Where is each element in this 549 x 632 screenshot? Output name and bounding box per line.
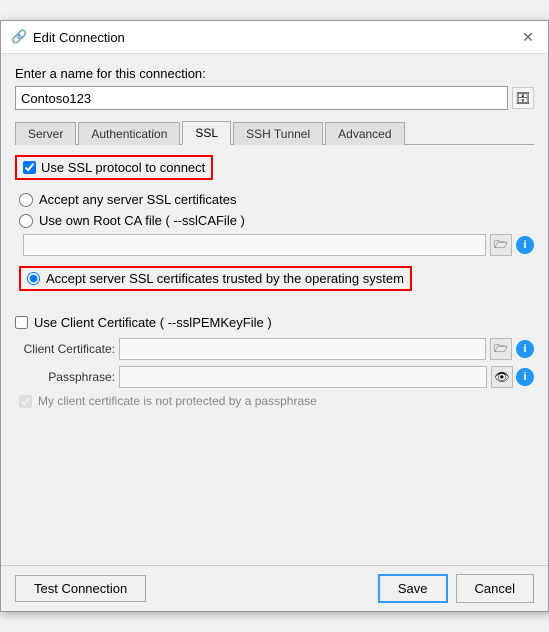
cert-field-label: Client Certificate:: [15, 342, 115, 356]
folder-icon-2: 🗁: [494, 340, 508, 359]
no-passphrase-checkbox[interactable]: [19, 395, 32, 408]
radio-any-cert[interactable]: [19, 193, 33, 207]
folder-icon: 🗁: [494, 236, 508, 255]
ca-file-input[interactable]: [23, 234, 486, 256]
db-icon: 🗄: [515, 91, 530, 105]
ssl-panel: Use SSL protocol to connect Accept any s…: [15, 155, 534, 535]
passphrase-field-row: Passphrase: 👁 i: [15, 366, 534, 388]
window-title: Edit Connection: [33, 30, 125, 45]
client-cert-section: Use Client Certificate ( --sslPEMKeyFile…: [15, 315, 534, 408]
radio-trusted-row: Accept server SSL certificates trusted b…: [19, 266, 412, 291]
tab-ssl[interactable]: SSL: [182, 121, 231, 145]
radio-own-ca-label: Use own Root CA file ( --sslCAFile ): [39, 213, 245, 228]
footer-right: Save Cancel: [378, 574, 534, 603]
connection-name-input[interactable]: [15, 86, 508, 110]
tab-advanced[interactable]: Advanced: [325, 122, 404, 145]
info-icon: i: [523, 239, 526, 251]
ca-file-browse-button[interactable]: 🗁: [490, 234, 512, 256]
use-ssl-label: Use SSL protocol to connect: [41, 160, 205, 175]
client-cert-label: Use Client Certificate ( --sslPEMKeyFile…: [34, 315, 272, 330]
connection-icon-button[interactable]: 🗄: [512, 87, 534, 109]
save-button[interactable]: Save: [378, 574, 448, 603]
passphrase-icons: 👁 i: [491, 366, 534, 388]
dialog-content: Enter a name for this connection: 🗄 Serv…: [1, 54, 548, 545]
info-icon-2: i: [523, 343, 526, 355]
eye-icon: 👁: [494, 370, 509, 384]
cancel-button[interactable]: Cancel: [456, 574, 534, 603]
radio-accept-trusted[interactable]: [27, 272, 40, 285]
client-cert-input[interactable]: [119, 338, 486, 360]
passphrase-show-button[interactable]: 👁: [491, 366, 513, 388]
connection-name-label: Enter a name for this connection:: [15, 66, 534, 81]
passphrase-input[interactable]: [119, 366, 487, 388]
radio-any-cert-row: Accept any server SSL certificates: [19, 192, 534, 207]
no-passphrase-label: My client certificate is not protected b…: [38, 394, 317, 408]
client-cert-checkbox-row: Use Client Certificate ( --sslPEMKeyFile…: [15, 315, 534, 330]
title-bar: 🔗 Edit Connection ✕: [1, 21, 548, 54]
no-passphrase-row: My client certificate is not protected b…: [19, 394, 534, 408]
ca-file-info-button[interactable]: i: [516, 236, 534, 254]
radio-own-ca[interactable]: [19, 214, 33, 228]
use-ssl-row: Use SSL protocol to connect: [15, 155, 213, 180]
edit-connection-window: 🔗 Edit Connection ✕ Enter a name for thi…: [0, 20, 549, 612]
tab-authentication[interactable]: Authentication: [78, 122, 180, 145]
tab-bar: Server Authentication SSL SSH Tunnel Adv…: [15, 120, 534, 145]
tab-server[interactable]: Server: [15, 122, 76, 145]
test-connection-button[interactable]: Test Connection: [15, 575, 146, 602]
client-cert-field-row: Client Certificate: 🗁 i: [15, 338, 534, 360]
close-button[interactable]: ✕: [518, 27, 538, 47]
connection-name-row: 🗄: [15, 86, 534, 110]
passphrase-info-button[interactable]: i: [516, 368, 534, 386]
radio-own-ca-row: Use own Root CA file ( --sslCAFile ): [19, 213, 534, 228]
tab-ssh-tunnel[interactable]: SSH Tunnel: [233, 122, 323, 145]
ssl-options-group: Accept any server SSL certificates Use o…: [19, 192, 534, 303]
use-client-cert-checkbox[interactable]: [15, 316, 28, 329]
radio-any-cert-label: Accept any server SSL certificates: [39, 192, 237, 207]
info-icon-3: i: [523, 371, 526, 383]
footer: Test Connection Save Cancel: [1, 565, 548, 611]
use-ssl-checkbox[interactable]: [23, 161, 36, 174]
close-icon: ✕: [522, 29, 534, 46]
title-bar-left: 🔗 Edit Connection: [11, 29, 125, 45]
window-icon: 🔗: [11, 29, 27, 45]
client-cert-info-button[interactable]: i: [516, 340, 534, 358]
passphrase-label: Passphrase:: [15, 370, 115, 384]
client-cert-browse-button[interactable]: 🗁: [490, 338, 512, 360]
ca-file-row: 🗁 i: [23, 234, 534, 256]
radio-accept-trusted-label: Accept server SSL certificates trusted b…: [46, 271, 404, 286]
